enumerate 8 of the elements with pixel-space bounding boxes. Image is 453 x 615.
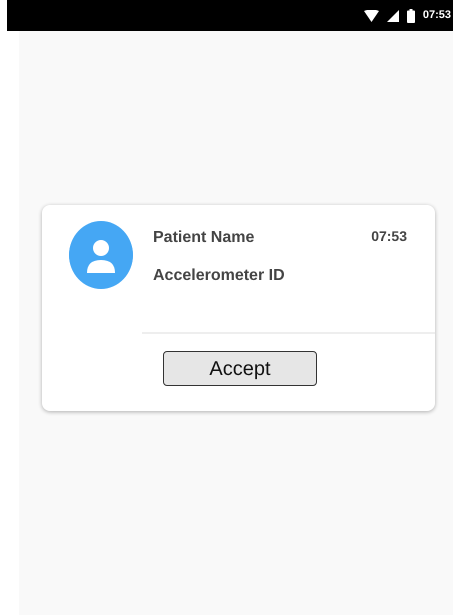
clock-time: 07:53	[422, 8, 451, 24]
signal-icon	[386, 10, 399, 22]
wifi-icon	[364, 10, 379, 22]
patient-name: Patient Name	[153, 228, 254, 248]
notification-time: 07:53	[371, 227, 407, 246]
battery-icon	[406, 8, 415, 22]
accelerometer-id: Accelerometer ID	[153, 266, 285, 286]
accept-button[interactable]: Accept	[163, 351, 317, 386]
